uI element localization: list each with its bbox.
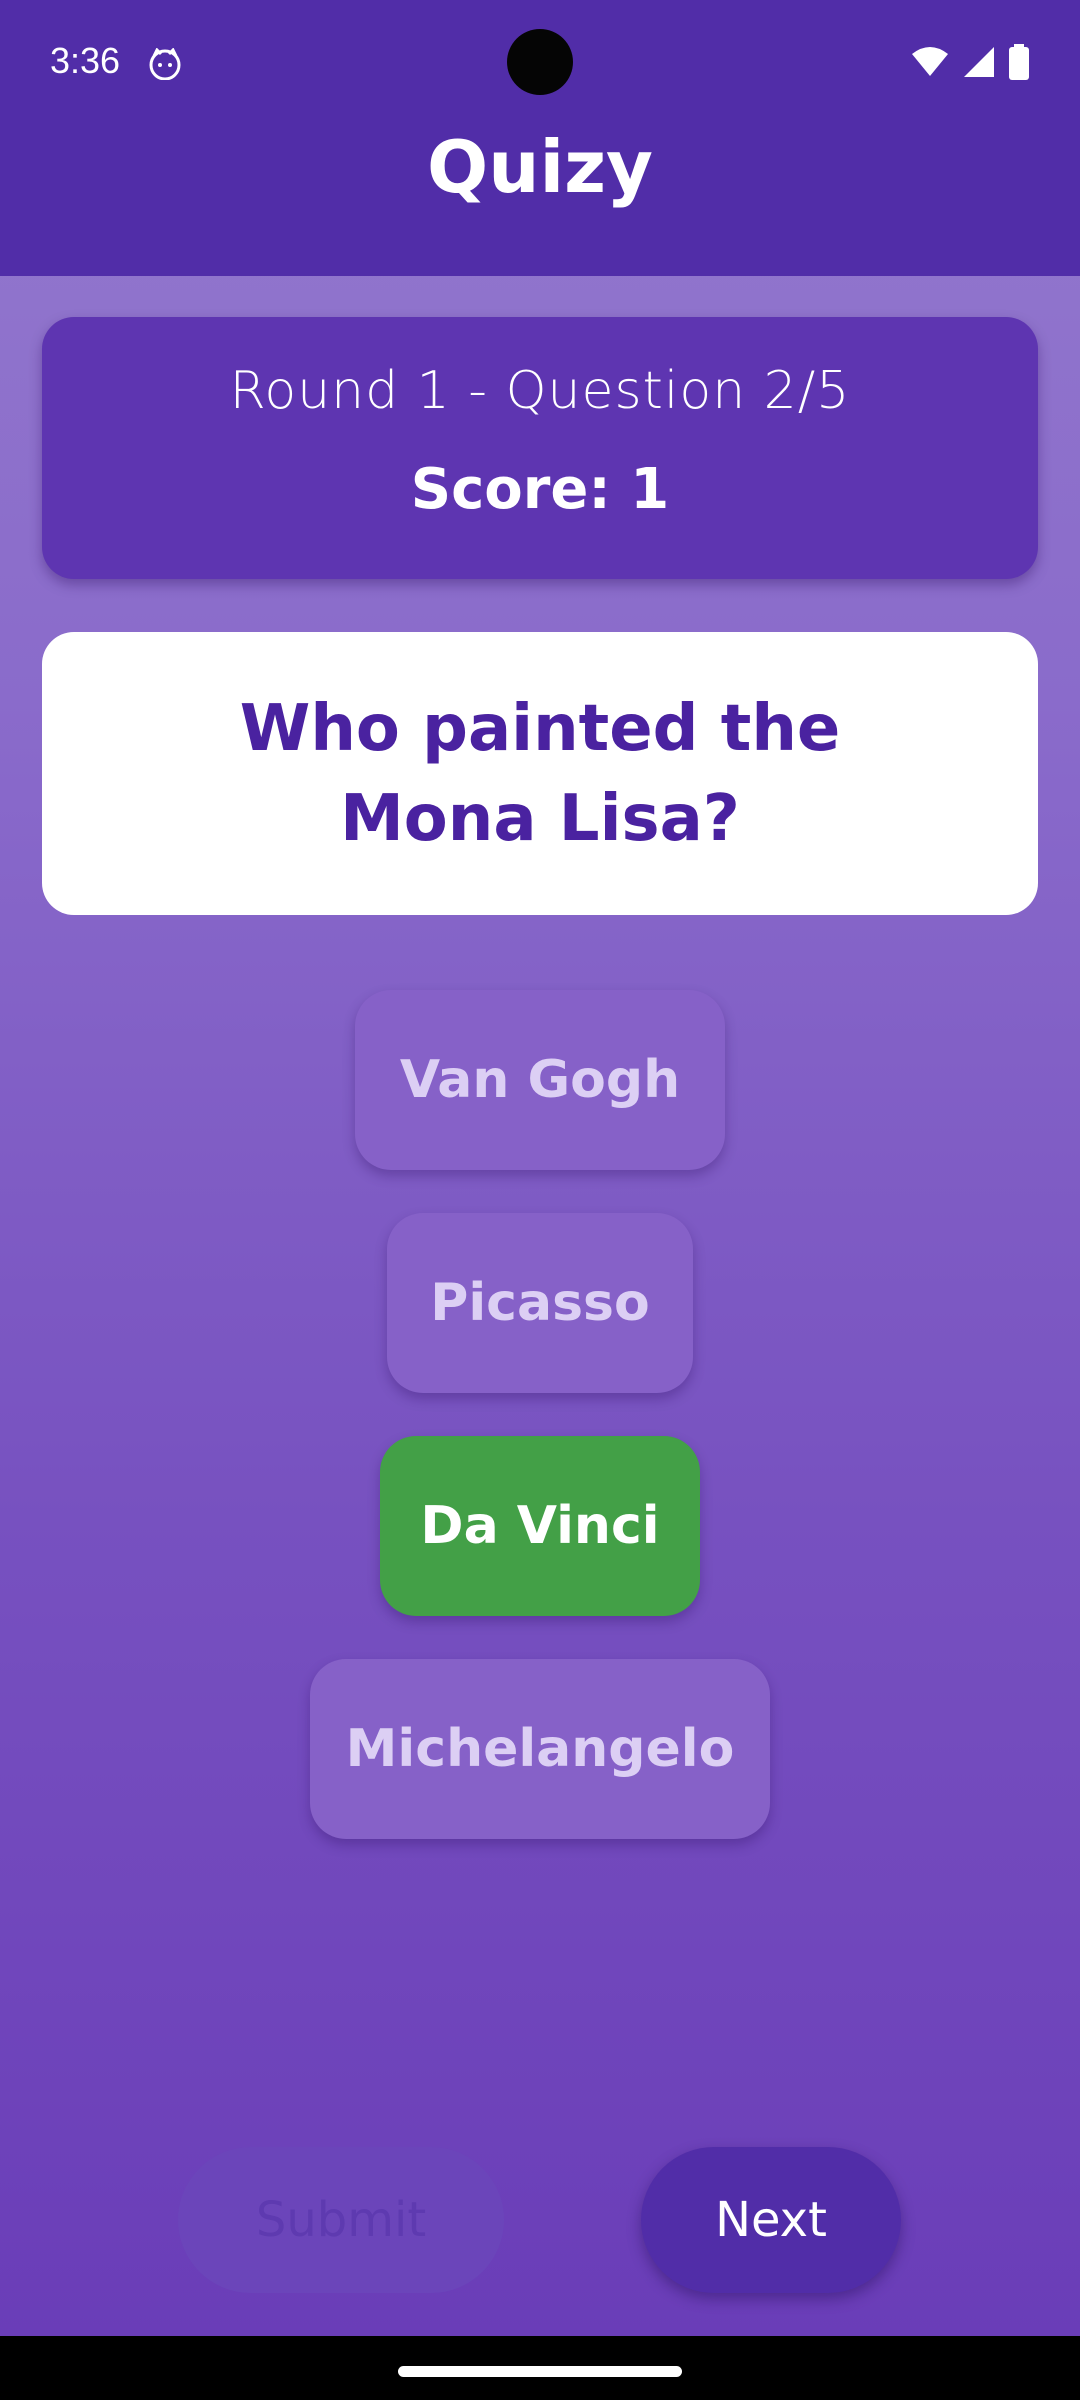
camera-cutout xyxy=(507,29,573,95)
submit-button[interactable]: Submit xyxy=(178,2147,504,2293)
home-gesture-handle[interactable] xyxy=(398,2366,682,2377)
answer-option-van-gogh[interactable]: Van Gogh xyxy=(355,990,725,1170)
round-progress-text: Round 1 - Question 2/5 xyxy=(229,361,851,421)
status-bar: 3:36 xyxy=(0,0,1080,130)
battery-icon xyxy=(1009,44,1029,80)
answer-option-picasso[interactable]: Picasso xyxy=(387,1213,693,1393)
cat-face-icon xyxy=(149,48,181,80)
quiz-screen: 3:36 Quizy Round 1 - Question 2/5 Score:… xyxy=(0,0,1080,2336)
app-bar: Quizy xyxy=(0,125,1080,276)
next-button[interactable]: Next xyxy=(641,2147,901,2293)
signal-icon xyxy=(964,47,994,77)
round-score-card: Round 1 - Question 2/5 Score: 1 xyxy=(42,317,1038,579)
question-card: Who painted the Mona Lisa? xyxy=(42,632,1038,915)
question-text: Who painted the Mona Lisa? xyxy=(239,691,841,856)
answer-option-michelangelo[interactable]: Michelangelo xyxy=(310,1659,770,1839)
status-icons xyxy=(910,44,1030,80)
score-text: Score: 1 xyxy=(410,457,670,522)
wifi-icon xyxy=(912,47,948,76)
answer-option-da-vinci[interactable]: Da Vinci xyxy=(380,1436,700,1616)
status-time: 3:36 xyxy=(50,40,121,81)
app-title: Quizy xyxy=(427,125,653,209)
navigation-bar xyxy=(0,2336,1080,2400)
